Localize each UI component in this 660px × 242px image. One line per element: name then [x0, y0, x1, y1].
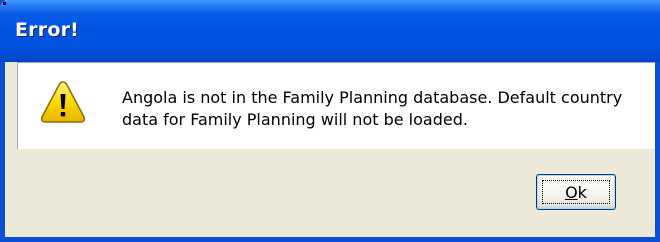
dialog-body: Angola is not in the Family Planning dat…: [5, 62, 655, 237]
error-dialog-window: Error! Angola is not in the Family Plann…: [0, 0, 660, 242]
ok-mnemonic: O: [565, 183, 578, 202]
title-bar[interactable]: Error!: [0, 0, 660, 62]
error-message: Angola is not in the Family Planning dat…: [122, 88, 623, 129]
window-title: Error!: [15, 19, 80, 41]
message-panel: Angola is not in the Family Planning dat…: [17, 62, 655, 149]
ok-label-rest: k: [577, 183, 587, 202]
ok-button-label: Ok: [537, 183, 615, 202]
title-bar-mark: [3, 2, 6, 5]
warning-triangle-icon: [40, 81, 86, 123]
ok-button[interactable]: Ok: [536, 174, 616, 210]
